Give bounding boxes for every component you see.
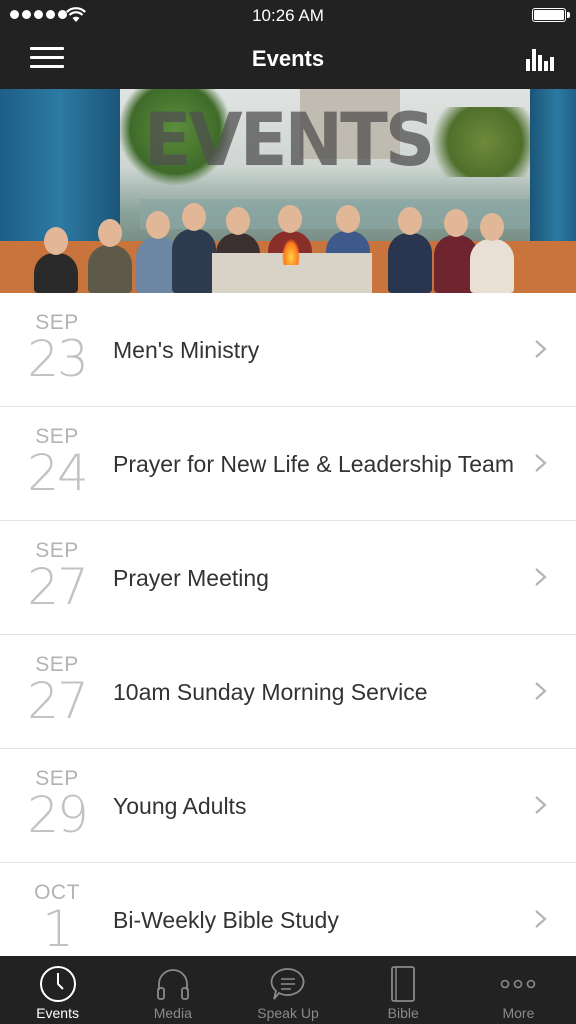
event-row[interactable]: SEP 27 Prayer Meeting (0, 521, 576, 635)
tab-more[interactable]: More (461, 956, 576, 1024)
event-day: 1 (42, 900, 74, 956)
event-day: 27 (27, 672, 89, 730)
chevron-right-icon (535, 682, 547, 700)
event-day: 29 (27, 786, 89, 844)
event-title: Men's Ministry (113, 337, 260, 363)
tab-label: Speak Up (257, 1005, 319, 1021)
tab-label: Events (36, 1005, 79, 1021)
tab-media[interactable]: Media (115, 956, 230, 1024)
tab-label: Media (153, 1005, 192, 1021)
event-title: Young Adults (113, 793, 247, 819)
nav-bar: Events (0, 30, 576, 89)
speech-bubble-icon (270, 968, 305, 1000)
status-time: 10:26 AM (252, 6, 324, 25)
event-date: SEP 27 (20, 539, 94, 616)
event-list: SEP 23 Men's Ministry SEP 24 Prayer for … (0, 293, 576, 956)
event-date: SEP 29 (20, 767, 94, 844)
chevron-right-icon (535, 910, 547, 928)
event-row[interactable]: SEP 27 10am Sunday Morning Service (0, 635, 576, 749)
tab-bible[interactable]: Bible (346, 956, 461, 1024)
events-banner-image: EVENTS (0, 89, 576, 293)
chevron-right-icon (535, 796, 547, 814)
bar-chart-icon[interactable] (526, 45, 554, 71)
tab-label: Bible (387, 1005, 419, 1021)
event-day: 24 (27, 444, 89, 502)
page-title: Events (251, 46, 325, 71)
event-row[interactable]: OCT 1 Bi-Weekly Bible Study (0, 863, 576, 956)
headphones-icon (156, 969, 189, 1000)
event-title: Prayer Meeting (113, 565, 269, 591)
event-row[interactable]: SEP 24 Prayer for New Life & Leadership … (0, 407, 576, 521)
event-day: 27 (27, 558, 89, 616)
event-date: SEP 24 (20, 425, 94, 502)
chevron-right-icon (535, 454, 547, 472)
event-title: Bi-Weekly Bible Study (113, 907, 339, 933)
status-bar: 10:26 AM (0, 0, 576, 30)
event-date: OCT 1 (20, 881, 94, 956)
battery-icon (532, 8, 570, 22)
event-date: SEP 23 (20, 311, 94, 388)
event-row[interactable]: SEP 29 Young Adults (0, 749, 576, 863)
chevron-right-icon (535, 340, 547, 358)
book-icon (391, 966, 416, 1002)
tab-speak-up[interactable]: Speak Up (230, 956, 345, 1024)
banner-title: EVENTS (143, 96, 436, 184)
tab-bar: Events Media Speak Up Bible More (0, 956, 576, 1024)
event-date: SEP 27 (20, 653, 94, 730)
event-day: 23 (27, 330, 89, 388)
event-row[interactable]: SEP 23 Men's Ministry (0, 293, 576, 407)
event-title: Prayer for New Life & Leadership Team (113, 451, 514, 477)
clock-icon (39, 966, 76, 1002)
more-dots-icon (501, 979, 536, 989)
tab-events[interactable]: Events (0, 956, 115, 1024)
tab-label: More (502, 1005, 535, 1021)
chevron-right-icon (535, 568, 547, 586)
event-title: 10am Sunday Morning Service (113, 679, 428, 705)
